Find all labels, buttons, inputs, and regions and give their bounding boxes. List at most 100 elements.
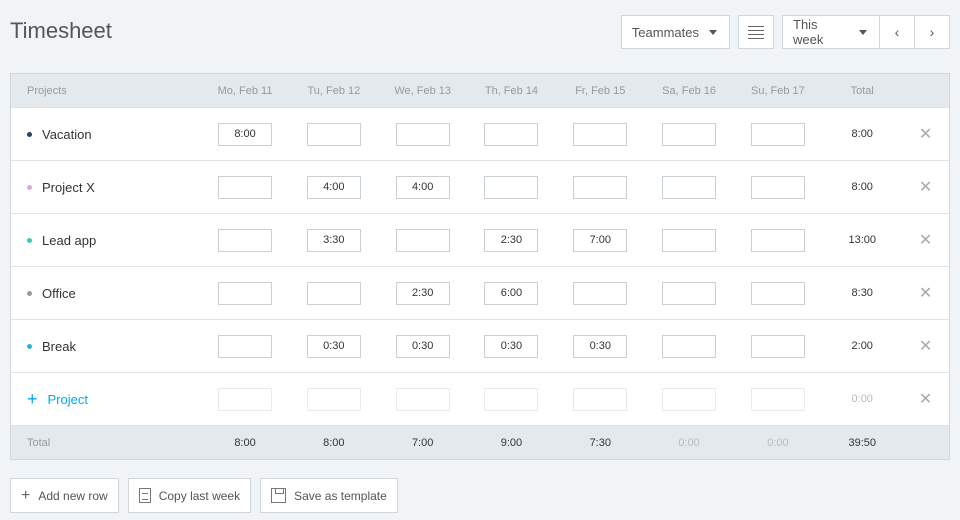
day-header: We, Feb 13 [394, 84, 451, 97]
time-cell[interactable] [662, 175, 717, 199]
time-cell[interactable] [218, 175, 273, 199]
delete-row-button[interactable]: ✕ [902, 124, 949, 144]
project-name-cell: Vacation [11, 127, 201, 142]
time-cell[interactable]: 4:00 [395, 175, 450, 199]
time-cell[interactable]: 3:30 [306, 228, 361, 252]
time-cell[interactable] [395, 387, 450, 411]
time-cell[interactable] [395, 228, 450, 252]
time-cell[interactable] [573, 387, 628, 411]
project-name: Vacation [42, 126, 92, 142]
project-name: Break [42, 338, 76, 354]
time-cell[interactable] [484, 387, 539, 411]
day-total: 9:00 [500, 436, 523, 449]
time-cell[interactable] [662, 387, 717, 411]
project-name: Project X [42, 179, 95, 195]
time-cell[interactable] [750, 334, 805, 358]
delete-row-button[interactable]: ✕ [902, 389, 949, 409]
save-icon [271, 488, 287, 503]
week-label: This week [793, 17, 824, 47]
row-total: 13:00 [848, 234, 876, 246]
timesheet-table: Projects Mo, Feb 11 Tu, Feb 12 We, Feb 1… [10, 73, 950, 460]
table-row: Break 0:30 0:30 0:30 0:30 2:00 ✕ [11, 320, 949, 373]
time-cell[interactable] [395, 122, 450, 146]
teammates-dropdown[interactable]: Teammates [620, 15, 730, 49]
delete-row-button[interactable]: ✕ [902, 177, 949, 197]
save-as-template-button[interactable]: Save as template [260, 478, 398, 513]
day-total: 0:00 [678, 436, 700, 449]
time-cell[interactable]: 0:30 [484, 334, 539, 358]
project-color-dot [27, 131, 32, 137]
time-cell[interactable] [573, 122, 628, 146]
time-cell[interactable]: 7:00 [573, 228, 628, 252]
time-cell[interactable] [573, 281, 628, 305]
caret-down-icon [859, 29, 867, 35]
delete-row-button[interactable]: ✕ [902, 283, 949, 303]
close-icon: ✕ [918, 338, 933, 355]
day-total: 7:00 [411, 436, 434, 449]
close-icon: ✕ [918, 391, 933, 408]
next-week-button[interactable]: › [915, 15, 950, 49]
week-selector: This week ‹ › [782, 15, 950, 49]
grand-total: 39:50 [848, 436, 876, 449]
time-cell[interactable]: 8:00 [218, 122, 273, 146]
time-cell[interactable] [750, 175, 805, 199]
delete-row-button[interactable]: ✕ [902, 336, 949, 356]
row-total: 8:30 [851, 287, 873, 299]
time-cell[interactable] [662, 228, 717, 252]
time-cell[interactable] [306, 122, 361, 146]
time-cell[interactable] [218, 334, 273, 358]
row-total: 0:00 [851, 393, 873, 405]
delete-row-button[interactable]: ✕ [902, 230, 949, 250]
time-cell[interactable] [306, 281, 361, 305]
week-dropdown[interactable]: This week [782, 15, 880, 49]
time-cell[interactable]: 0:30 [306, 334, 361, 358]
time-cell[interactable] [750, 122, 805, 146]
time-cell[interactable] [750, 387, 805, 411]
time-cell[interactable]: 0:30 [395, 334, 450, 358]
time-cell[interactable] [662, 281, 717, 305]
projects-header: Projects [27, 84, 67, 97]
close-icon: ✕ [918, 179, 933, 196]
time-cell[interactable] [750, 228, 805, 252]
time-cell[interactable]: 0:30 [573, 334, 628, 358]
time-cell[interactable]: 4:00 [306, 175, 361, 199]
row-total: 8:00 [851, 128, 873, 140]
day-header: Tu, Feb 12 [307, 84, 361, 97]
time-cell[interactable]: 6:00 [484, 281, 539, 305]
prev-week-button[interactable]: ‹ [880, 15, 915, 49]
day-header: Mo, Feb 11 [217, 84, 273, 97]
add-new-row-button[interactable]: + Add new row [10, 478, 119, 513]
project-name-cell: Project X [11, 180, 201, 195]
time-cell[interactable] [218, 281, 273, 305]
list-icon [748, 25, 764, 39]
project-name-cell: Lead app [11, 233, 201, 248]
table-row: Lead app 3:30 2:30 7:00 13:00 ✕ [11, 214, 949, 267]
header-controls: Teammates This week ‹ › [620, 15, 950, 49]
day-header: Th, Feb 14 [484, 84, 539, 97]
project-name: Lead app [42, 232, 97, 248]
row-total: 8:00 [851, 181, 873, 193]
time-cell[interactable] [662, 122, 717, 146]
copy-last-week-button[interactable]: Copy last week [127, 478, 252, 513]
time-cell[interactable]: 2:30 [484, 228, 539, 252]
time-cell[interactable] [662, 334, 717, 358]
table-row: Vacation 8:00 8:00 ✕ [11, 108, 949, 161]
time-cell[interactable] [218, 387, 273, 411]
time-cell[interactable] [218, 228, 273, 252]
time-cell[interactable] [484, 122, 539, 146]
footer-total-label: Total [27, 436, 51, 449]
copy-last-week-label: Copy last week [158, 488, 241, 503]
day-total: 7:30 [589, 436, 611, 449]
time-cell[interactable] [750, 281, 805, 305]
time-cell[interactable] [484, 175, 539, 199]
time-cell[interactable] [573, 175, 628, 199]
total-header: Total [850, 84, 874, 97]
chevron-right-icon: › [929, 24, 935, 40]
page-title: Timesheet [10, 18, 112, 43]
list-view-button[interactable] [738, 15, 774, 49]
day-total: 8:00 [323, 436, 345, 449]
table-footer-row: Total 8:00 8:00 7:00 9:00 7:30 0:00 0:00… [11, 426, 949, 459]
time-cell[interactable] [306, 387, 361, 411]
time-cell[interactable]: 2:30 [395, 281, 450, 305]
add-project-button[interactable]: + Project [11, 390, 201, 408]
